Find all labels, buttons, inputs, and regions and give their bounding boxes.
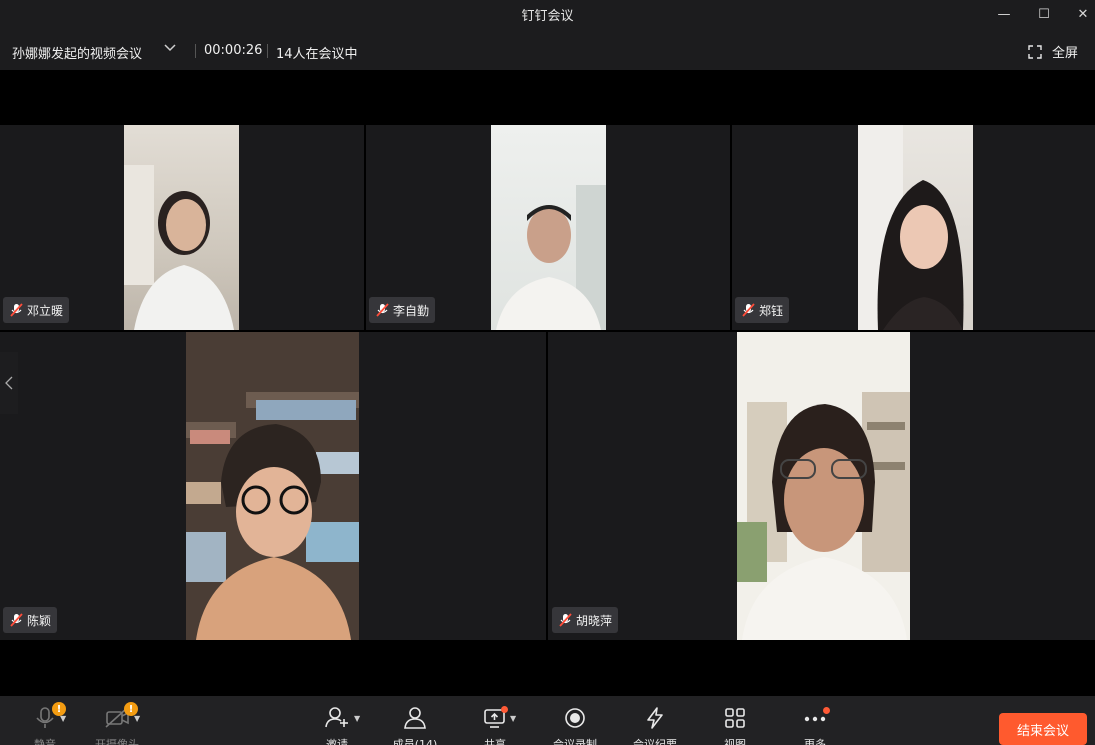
participant-name: 胡晓萍 — [576, 613, 613, 628]
video-feed — [858, 125, 973, 330]
participant-name: 邓立暖 — [27, 303, 64, 318]
meeting-timer: 00:00:26 — [204, 43, 263, 58]
fullscreen-button[interactable]: 全屏 — [1028, 42, 1078, 61]
minimize-button[interactable]: — — [987, 0, 1021, 28]
notification-dot — [501, 706, 508, 713]
video-feed — [186, 332, 359, 640]
participant-name-badge: 胡晓萍 — [552, 607, 619, 633]
video-tile[interactable]: 郑钰 — [732, 125, 1095, 330]
close-button[interactable]: ✕ — [1066, 0, 1095, 28]
participant-name-badge: 邓立暖 — [3, 297, 70, 323]
caret-down-icon[interactable]: ▼ — [60, 714, 66, 723]
members-icon — [402, 706, 428, 730]
divider — [267, 44, 268, 58]
participant-name: 陈颖 — [27, 613, 52, 628]
lightning-icon — [642, 706, 668, 730]
caret-down-icon[interactable]: ▼ — [354, 714, 360, 723]
camera-button[interactable]: ! ▼ 开摄像头 — [82, 696, 152, 745]
more-label: 更多 — [804, 738, 826, 745]
video-tile[interactable]: 陈颖 — [0, 332, 546, 640]
window-title: 钉钉会议 — [521, 9, 574, 24]
end-meeting-button[interactable]: 结束会议 — [999, 713, 1087, 745]
share-label: 共享 — [484, 738, 506, 745]
chevron-left-icon — [5, 376, 13, 390]
members-label: 成员(14) — [392, 738, 438, 745]
mic-muted-icon — [557, 612, 573, 628]
video-feed — [737, 332, 910, 640]
meeting-toolbar: ! ▼ 静音 ! ▼ 开摄像头 ▼ 邀请 成员(14) ▼ 共享 会议录制 会议… — [0, 696, 1095, 745]
divider — [195, 44, 196, 58]
meeting-info-bar: 孙娜娜发起的视频会议 00:00:26 14人在会议中 全屏 — [0, 28, 1095, 70]
maximize-button[interactable]: ☐ — [1027, 0, 1061, 28]
title-bar: 钉钉会议 — ☐ ✕ — [0, 0, 1095, 28]
microphone-icon: ! ▼ — [32, 702, 66, 730]
view-button[interactable]: 视图 — [700, 696, 770, 745]
screen-share-icon: ▼ — [482, 706, 516, 730]
share-button[interactable]: ▼ 共享 — [460, 696, 530, 745]
more-dots-icon — [802, 706, 830, 730]
participant-name-badge: 李自勤 — [369, 297, 436, 323]
video-grid: 邓立暖 李自勤 郑钰 陈颖 胡晓萍 — [0, 70, 1095, 696]
mic-muted-icon — [740, 302, 756, 318]
meeting-title[interactable]: 孙娜娜发起的视频会议 — [12, 43, 142, 62]
video-tile[interactable]: 李自勤 — [366, 125, 730, 330]
video-feed — [124, 125, 239, 330]
camera-off-icon: ! ▼ — [104, 702, 140, 730]
participant-count: 14人在会议中 — [276, 47, 358, 62]
mute-button[interactable]: ! ▼ 静音 — [10, 696, 80, 745]
mute-label: 静音 — [34, 738, 56, 745]
video-tile[interactable]: 胡晓萍 — [548, 332, 1095, 640]
mic-muted-icon — [374, 302, 390, 318]
caret-down-icon[interactable]: ▼ — [510, 714, 516, 723]
members-button[interactable]: 成员(14) — [380, 696, 450, 745]
record-button[interactable]: 会议录制 — [540, 696, 610, 745]
fullscreen-label: 全屏 — [1052, 46, 1079, 61]
record-icon — [562, 706, 588, 730]
invite-button[interactable]: ▼ 邀请 — [302, 696, 372, 745]
more-button[interactable]: 更多 — [780, 696, 850, 745]
previous-page-arrow[interactable] — [0, 352, 18, 414]
invite-label: 邀请 — [326, 738, 348, 745]
caret-down-icon[interactable]: ▼ — [134, 714, 140, 723]
record-label: 会议录制 — [553, 738, 597, 745]
minutes-label: 会议纪要 — [633, 738, 677, 745]
grid-view-icon — [722, 706, 748, 730]
participant-name-badge: 陈颖 — [3, 607, 58, 633]
participant-name: 郑钰 — [759, 303, 784, 318]
fullscreen-icon — [1028, 44, 1042, 59]
add-user-icon: ▼ — [324, 706, 360, 730]
view-label: 视图 — [724, 738, 746, 745]
video-tile[interactable]: 邓立暖 — [0, 125, 364, 330]
participant-name-badge: 郑钰 — [735, 297, 790, 323]
mic-muted-icon — [8, 302, 24, 318]
participant-name: 李自勤 — [393, 303, 430, 318]
video-feed — [491, 125, 606, 330]
minutes-button[interactable]: 会议纪要 — [620, 696, 690, 745]
mic-muted-icon — [8, 612, 24, 628]
camera-label: 开摄像头 — [95, 738, 139, 745]
chevron-down-icon[interactable] — [163, 41, 177, 58]
notification-dot — [823, 707, 830, 714]
